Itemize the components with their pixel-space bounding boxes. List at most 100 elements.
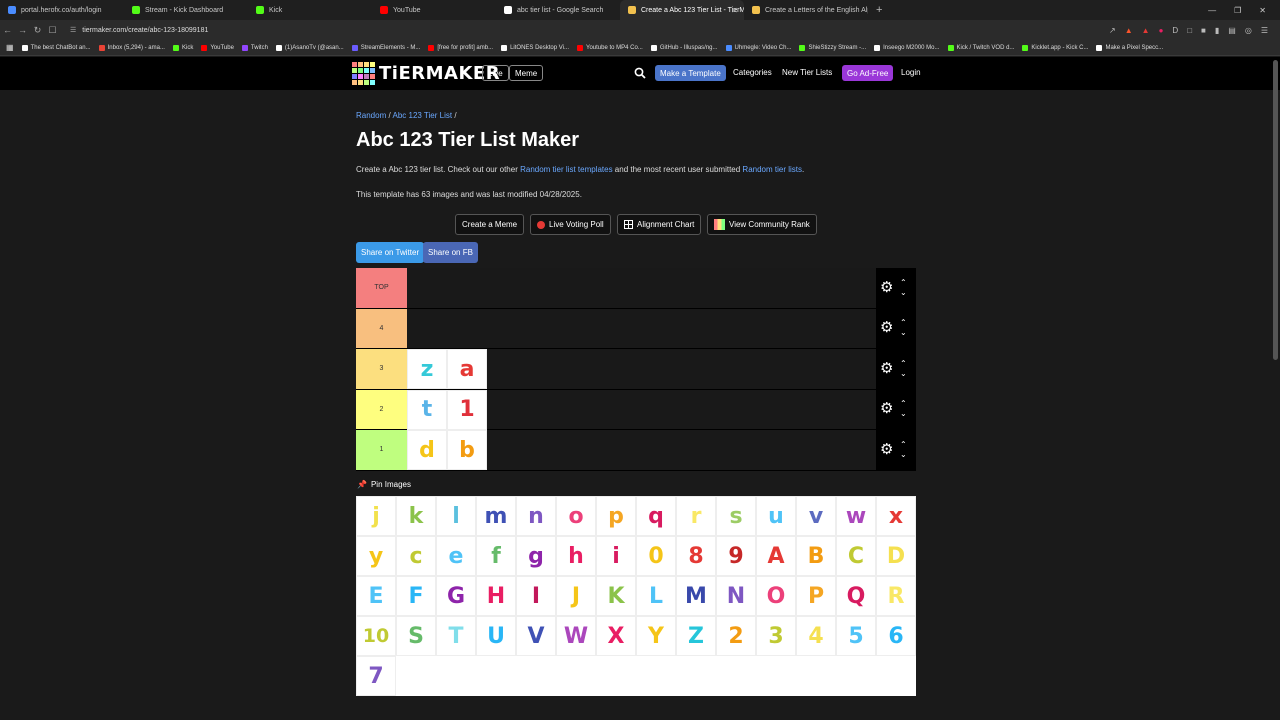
move-up-icon[interactable]: ⌃ <box>900 278 907 288</box>
bank-item-image[interactable]: h <box>556 536 596 576</box>
bank-item-image[interactable]: F <box>396 576 436 616</box>
bookmark-item[interactable]: Inseego M2000 Mo... <box>874 44 940 51</box>
gear-icon[interactable]: ⚙ <box>880 361 894 376</box>
bank-item-image[interactable]: r <box>676 496 716 536</box>
sidebar-icon[interactable]: ▮ <box>1215 26 1219 35</box>
move-down-icon[interactable]: ⌄ <box>900 328 907 338</box>
browser-tab[interactable]: YouTube <box>372 0 496 20</box>
move-up-icon[interactable]: ⌃ <box>900 399 907 409</box>
bank-item-image[interactable]: 5 <box>836 616 876 656</box>
wallet-icon[interactable]: ▤ <box>1228 26 1236 35</box>
url-field[interactable]: ☰ tiermaker.com/create/abc-123-18099181 <box>70 26 208 35</box>
bank-item-image[interactable]: 4 <box>796 616 836 656</box>
move-down-icon[interactable]: ⌄ <box>900 288 907 298</box>
bank-item-image[interactable]: I <box>516 576 556 616</box>
bank-item-image[interactable]: 9 <box>716 536 756 576</box>
breadcrumb-random[interactable]: Random <box>356 111 386 120</box>
bank-item-image[interactable]: 2 <box>716 616 756 656</box>
tier-items-dropzone[interactable]: za <box>407 349 487 389</box>
categories-link[interactable]: Categories <box>733 68 772 77</box>
tier-item-image[interactable]: z <box>407 349 447 389</box>
gear-icon[interactable]: ⚙ <box>880 401 894 416</box>
bank-item-image[interactable]: 3 <box>756 616 796 656</box>
bank-item-image[interactable]: k <box>396 496 436 536</box>
menu-icon[interactable]: ☰ <box>1261 26 1268 35</box>
reload-icon[interactable]: ↻ <box>30 25 45 36</box>
bookmark-item[interactable]: GitHub - Illuspas/ng... <box>650 44 718 51</box>
browser-tab[interactable]: Create a Letters of the English Alpha <box>744 0 868 20</box>
bank-item-image[interactable]: J <box>556 576 596 616</box>
bank-item-image[interactable]: c <box>396 536 436 576</box>
move-up-icon[interactable]: ⌃ <box>900 318 907 328</box>
bank-item-image[interactable]: p <box>596 496 636 536</box>
bank-item-image[interactable]: y <box>356 536 396 576</box>
forward-icon[interactable]: → <box>15 25 30 35</box>
search-icon[interactable] <box>634 67 646 79</box>
bookmark-item[interactable]: StreamElements - M... <box>351 44 420 51</box>
new-tier-lists-link[interactable]: New Tier Lists <box>782 68 832 77</box>
go-ad-free-button[interactable]: Go Ad-Free <box>842 65 894 81</box>
share-facebook-button[interactable]: Share on FB <box>423 242 478 263</box>
bank-item-image[interactable]: e <box>436 536 476 576</box>
bookmark-item[interactable]: Make a Pixel Specc... <box>1096 44 1163 51</box>
bookmark-item[interactable]: Twitch <box>241 44 268 51</box>
bookmark-item[interactable]: Uhmegle: Video Ch... <box>725 44 791 51</box>
bank-item-image[interactable]: A <box>756 536 796 576</box>
bank-item-image[interactable]: 6 <box>876 616 916 656</box>
tier-items-dropzone[interactable]: t1 <box>407 389 487 430</box>
extension-icon[interactable]: □ <box>1187 26 1192 35</box>
browser-tab[interactable]: Stream - Kick Dashboard <box>124 0 248 20</box>
restore-icon[interactable]: ❐ <box>1234 6 1241 15</box>
bookmark-item[interactable]: Youtube to MP4 Co... <box>577 44 643 51</box>
tier-item-image[interactable]: t <box>407 389 447 430</box>
pin-images-toggle[interactable]: 📌 Pin Images <box>357 480 411 489</box>
bookmark-item[interactable]: The best ChatBot an... <box>21 44 91 51</box>
rewards-icon[interactable]: ▲ <box>1142 26 1150 35</box>
tier-item-image[interactable]: b <box>447 430 487 470</box>
bookmark-item[interactable]: YouTube <box>201 44 234 51</box>
bookmark-item[interactable]: Kick / Twitch VOD d... <box>947 44 1014 51</box>
back-icon[interactable]: ← <box>0 25 15 35</box>
tiermaker-logo[interactable]: TiERMAKER <box>352 62 500 85</box>
tier-label[interactable]: 1 <box>356 430 407 470</box>
bank-item-image[interactable]: V <box>516 616 556 656</box>
bank-item-image[interactable]: X <box>596 616 636 656</box>
share-twitter-button[interactable]: Share on Twitter <box>356 242 425 263</box>
browser-tab[interactable]: Kick <box>248 0 372 20</box>
bank-item-image[interactable]: u <box>756 496 796 536</box>
create-meme-button[interactable]: Create a Meme <box>455 214 525 235</box>
bank-item-image[interactable]: l <box>436 496 476 536</box>
bank-item-image[interactable]: L <box>636 576 676 616</box>
live-voting-poll-button[interactable]: Live Voting Poll <box>530 214 611 235</box>
bank-item-image[interactable]: E <box>356 576 396 616</box>
minimize-icon[interactable]: — <box>1208 6 1216 15</box>
bookmark-item[interactable]: [free for profit] amb... <box>428 44 493 51</box>
bank-item-image[interactable]: R <box>876 576 916 616</box>
gear-icon[interactable]: ⚙ <box>880 280 894 295</box>
bookmark-page-icon[interactable]: ☐ <box>45 25 60 36</box>
bank-item-image[interactable]: 0 <box>636 536 676 576</box>
bank-item-image[interactable]: i <box>596 536 636 576</box>
move-down-icon[interactable]: ⌄ <box>900 369 907 379</box>
page-scrollbar[interactable] <box>1273 60 1278 360</box>
tier-item-image[interactable]: d <box>407 430 447 470</box>
bank-item-image[interactable]: O <box>756 576 796 616</box>
move-down-icon[interactable]: ⌄ <box>900 409 907 419</box>
tab-close-icon[interactable]: ✕ <box>731 6 738 15</box>
bookmark-item[interactable]: (1)AsanoTv (@asan... <box>275 44 344 51</box>
bank-item-image[interactable]: C <box>836 536 876 576</box>
bookmark-item[interactable]: LitONES Desktop Vi... <box>501 44 569 51</box>
move-up-icon[interactable]: ⌃ <box>900 359 907 369</box>
extension-icon[interactable]: ■ <box>1201 26 1206 35</box>
view-community-rank-button[interactable]: View Community Rank <box>707 214 817 235</box>
extension-icon[interactable]: ● <box>1159 26 1164 35</box>
share-icon[interactable]: ↗ <box>1109 26 1116 35</box>
gear-icon[interactable]: ⚙ <box>880 442 894 457</box>
bank-item-image[interactable]: T <box>436 616 476 656</box>
tier-label[interactable]: 2 <box>356 389 407 429</box>
bank-item-image[interactable]: g <box>516 536 556 576</box>
bank-item-image[interactable]: 8 <box>676 536 716 576</box>
bank-item-image[interactable]: U <box>476 616 516 656</box>
close-window-icon[interactable]: ✕ <box>1259 6 1266 15</box>
bank-item-image[interactable]: N <box>716 576 756 616</box>
